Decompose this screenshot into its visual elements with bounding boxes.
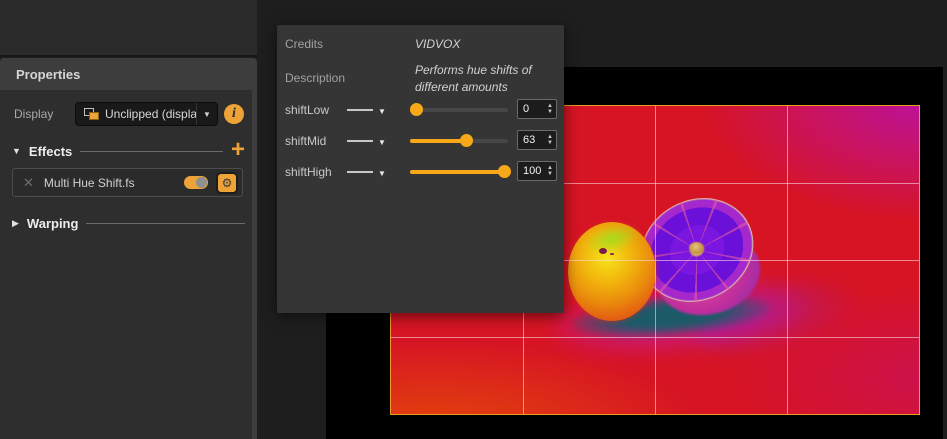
effects-title: Effects: [28, 143, 73, 159]
effect-row[interactable]: ✕ Multi Hue Shift.fs ⚙: [12, 168, 243, 197]
close-icon[interactable]: ✕: [23, 175, 34, 191]
effects-section-header[interactable]: ▼ Effects +: [0, 137, 257, 162]
param-value[interactable]: 100: [518, 165, 547, 177]
param-label: shiftHigh: [285, 165, 332, 179]
curve-dropdown-icon[interactable]: ▼: [378, 169, 386, 178]
layers-icon: [84, 107, 99, 121]
toggle-knob: [196, 177, 207, 188]
gear-icon[interactable]: ⚙: [216, 171, 238, 194]
section-divider: [80, 150, 223, 152]
warping-title: Warping: [26, 215, 79, 231]
properties-title: Properties: [16, 66, 81, 82]
param-row-shiftmid: shiftMid ▼ 63 ▲ ▼: [277, 130, 564, 151]
param-slider[interactable]: [410, 165, 512, 178]
section-divider: [86, 222, 245, 224]
param-value[interactable]: 63: [518, 134, 547, 146]
credits-label: Credits: [285, 37, 324, 51]
properties-panel: Display Unclipped (displa ▼ i ▼ Effects …: [0, 90, 257, 439]
add-effect-button[interactable]: +: [231, 137, 245, 161]
description-label: Description: [285, 71, 346, 85]
param-value[interactable]: 0: [518, 103, 547, 115]
curve-dropdown-icon[interactable]: ▼: [378, 107, 386, 116]
slider-fill: [410, 139, 466, 143]
param-value-field[interactable]: 100 ▲ ▼: [517, 161, 557, 181]
display-label: Display: [14, 107, 54, 121]
effect-enable-toggle[interactable]: [184, 176, 208, 189]
param-value-field[interactable]: 63 ▲ ▼: [517, 130, 557, 150]
description-value: Performs hue shifts of different amounts: [415, 63, 532, 95]
effect-name: Multi Hue Shift.fs: [43, 175, 135, 190]
chevron-down-icon: ▼: [12, 146, 21, 156]
slider-knob[interactable]: [409, 103, 423, 116]
display-dropdown-value: Unclipped (displa: [105, 107, 196, 121]
display-row: Display Unclipped (displa ▼ i: [0, 102, 257, 126]
param-label: shiftMid: [285, 134, 327, 148]
curve-line-icon[interactable]: [347, 109, 373, 111]
properties-header: Properties: [0, 58, 257, 90]
warping-section-header[interactable]: ▶ Warping: [0, 212, 257, 234]
curve-line-icon[interactable]: [347, 171, 373, 173]
slider-knob[interactable]: [459, 134, 473, 147]
chevron-right-icon: ▶: [12, 217, 19, 228]
orange-half-center: [689, 242, 704, 254]
curve-line-icon[interactable]: [347, 140, 373, 142]
spinner-up-icon[interactable]: ▲: [547, 165, 553, 171]
spinner-down-icon[interactable]: ▼: [547, 140, 553, 146]
spinner-up-icon[interactable]: ▲: [547, 103, 553, 109]
grid-line: [391, 337, 919, 338]
spinner-down-icon[interactable]: ▼: [547, 171, 553, 177]
curve-dropdown-icon[interactable]: ▼: [378, 138, 386, 147]
slider-knob[interactable]: [498, 165, 512, 178]
chevron-down-icon[interactable]: ▼: [196, 103, 217, 125]
param-row-shifthigh: shiftHigh ▼ 100 ▲ ▼: [277, 161, 564, 182]
param-row-shiftlow: shiftLow ▼ 0 ▲ ▼: [277, 99, 564, 120]
spinner-up-icon[interactable]: ▲: [547, 134, 553, 140]
effect-inspector-popup: Credits VIDVOX Description Performs hue …: [277, 25, 564, 313]
param-slider[interactable]: [410, 134, 508, 147]
upper-left-panel: [0, 0, 257, 57]
display-dropdown[interactable]: Unclipped (displa ▼: [75, 102, 218, 126]
param-label: shiftLow: [285, 103, 330, 117]
app-window: Properties Display Unclipped (displa ▼ i…: [0, 0, 947, 439]
orange-stem-specks: [599, 248, 607, 254]
info-icon[interactable]: i: [224, 104, 244, 124]
param-slider[interactable]: [409, 103, 508, 116]
credits-value: VIDVOX: [415, 37, 461, 51]
spinner-down-icon[interactable]: ▼: [547, 109, 553, 115]
param-value-field[interactable]: 0 ▲ ▼: [517, 99, 557, 119]
slider-fill: [410, 170, 505, 174]
